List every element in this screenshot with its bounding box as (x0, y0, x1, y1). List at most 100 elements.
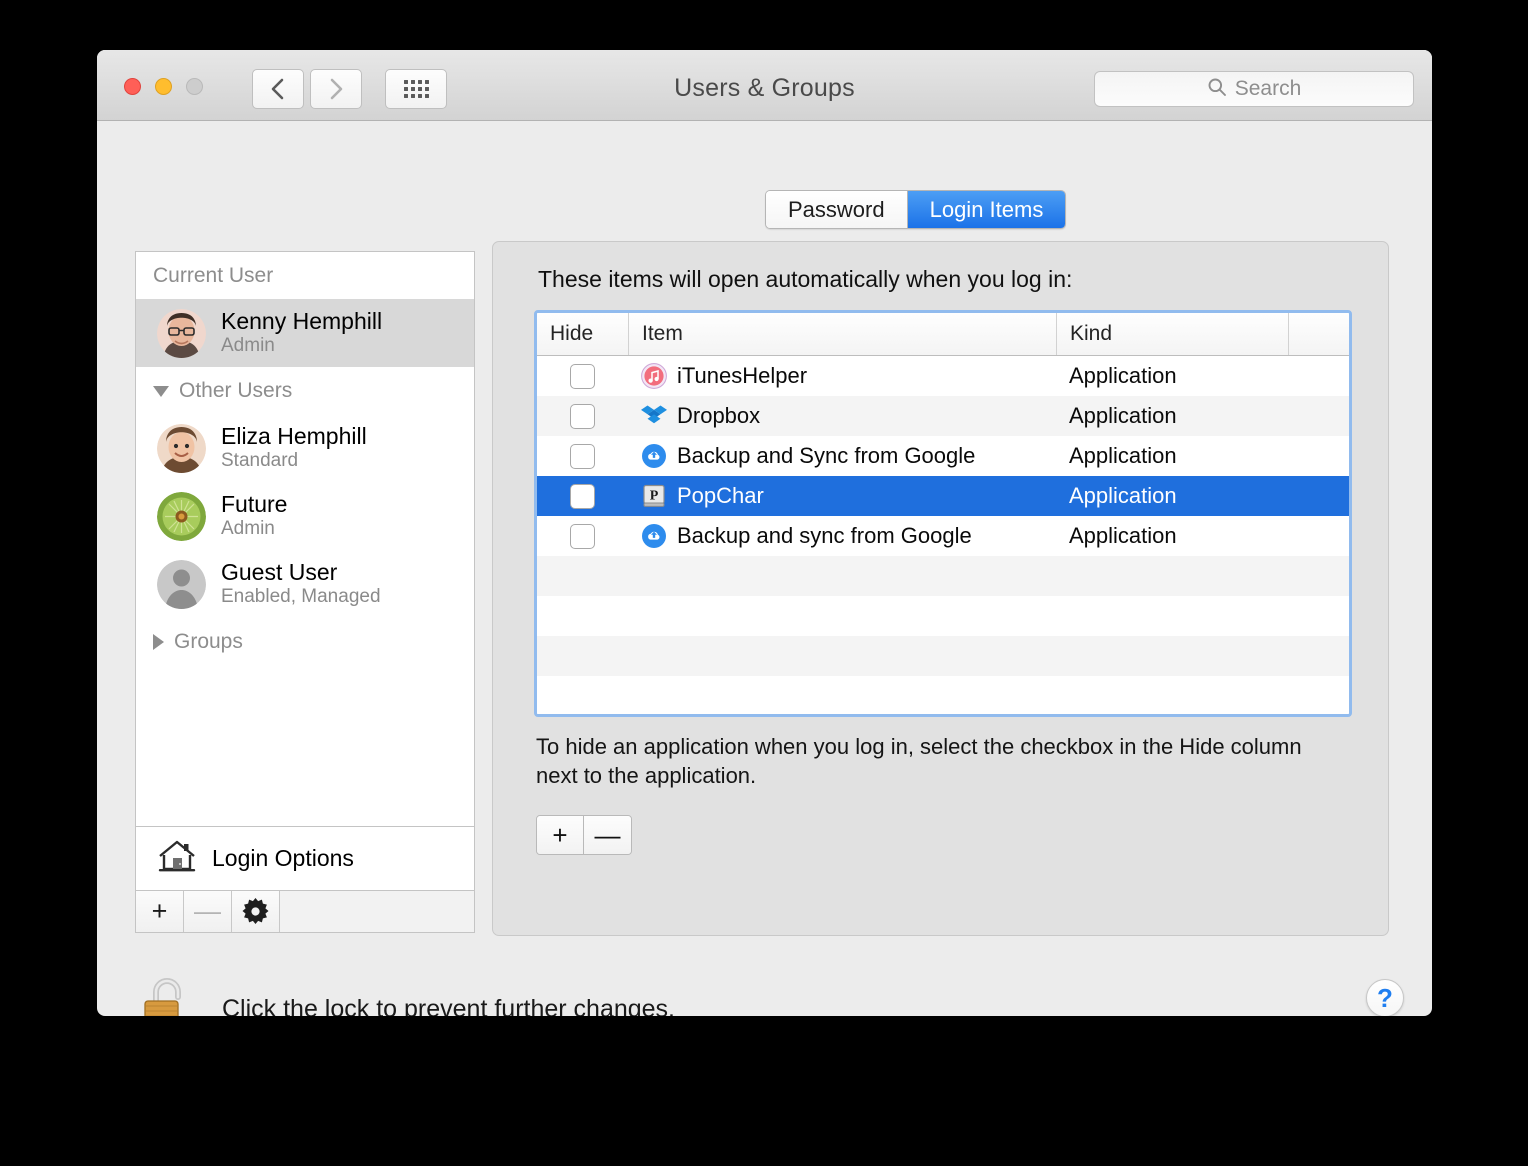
sidebar-item-future[interactable]: Future Admin (136, 482, 474, 550)
item-kind: Application (1069, 523, 1177, 548)
item-kind: Application (1069, 483, 1177, 508)
itunes-icon (641, 363, 667, 389)
chevron-right-icon (153, 634, 164, 650)
chevron-down-icon (153, 385, 169, 397)
item-name: PopChar (677, 483, 764, 508)
kind-cell: Application (1056, 436, 1288, 476)
item-cell: iTunesHelper (628, 356, 1056, 396)
window-body: Current User Kenny Hemphill Admin Other … (97, 121, 1432, 1016)
item-name: iTunesHelper (677, 363, 808, 388)
table-row-empty (537, 636, 1349, 676)
hide-cell (537, 356, 628, 396)
lock-status-text: Click the lock to prevent further change… (222, 995, 676, 1016)
user-name: Guest User (221, 559, 338, 586)
item-name: Dropbox (677, 403, 761, 428)
table-row-selected[interactable]: P PopChar Application (537, 476, 1349, 516)
user-info: Future Admin (221, 491, 288, 540)
kind-cell: Application (1056, 396, 1288, 436)
user-role: Admin (221, 518, 275, 540)
add-login-item-button[interactable]: + (537, 816, 584, 854)
gear-icon (242, 898, 269, 924)
popchar-icon: P (643, 484, 665, 507)
remove-user-button[interactable]: — (184, 891, 232, 932)
table-row[interactable]: Backup and Sync from Google Application (537, 436, 1349, 476)
dropbox-icon (641, 405, 667, 424)
hide-checkbox[interactable] (570, 363, 595, 389)
sidebar-item-kenny-hemphill[interactable]: Kenny Hemphill Admin (136, 299, 474, 367)
login-items-panel: Password Login Items These items will op… (492, 190, 1389, 936)
sidebar-item-login-options[interactable]: Login Options (136, 826, 474, 890)
house-icon (158, 839, 196, 878)
hide-checkbox[interactable] (570, 523, 595, 549)
user-name: Future (221, 491, 288, 518)
unlocked-padlock-icon[interactable] (142, 976, 196, 1016)
hide-checkbox[interactable] (570, 443, 595, 469)
tab-password[interactable]: Password (766, 191, 908, 228)
user-info: Guest User Enabled, Managed (221, 559, 381, 608)
hide-cell (537, 476, 628, 516)
panel-intro-text: These items will open automatically when… (538, 266, 1073, 292)
search-icon (1207, 77, 1227, 102)
avatar (157, 308, 206, 358)
avatar (157, 423, 206, 473)
hide-cell (537, 396, 628, 436)
item-cell: Backup and sync from Google (628, 516, 1056, 556)
table-row-empty (537, 596, 1349, 636)
item-cell: Backup and Sync from Google (628, 436, 1056, 476)
help-button[interactable]: ? (1366, 979, 1404, 1016)
search-placeholder: Search (1234, 77, 1302, 100)
tab-login-items[interactable]: Login Items (907, 191, 1066, 228)
login-items-table: Hide Item Kind iTunesHelper Application … (534, 310, 1352, 717)
item-kind: Application (1069, 403, 1177, 428)
user-role: Standard (221, 450, 299, 472)
add-user-button[interactable]: + (136, 891, 184, 932)
google-backup-icon (642, 444, 666, 468)
column-header-hide[interactable]: Hide (537, 313, 628, 355)
kind-cell: Application (1056, 476, 1288, 516)
users-sidebar: Current User Kenny Hemphill Admin Other … (135, 251, 475, 891)
hide-checkbox[interactable] (570, 403, 595, 429)
login-options-label: Login Options (212, 845, 354, 871)
table-row-empty (537, 676, 1349, 714)
remove-login-item-button[interactable]: — (584, 816, 631, 854)
google-backup-icon (642, 524, 666, 548)
window-titlebar: Users & Groups Search (97, 50, 1432, 121)
system-preferences-window: Users & Groups Search Current User Kenny… (97, 50, 1432, 1016)
sidebar-item-eliza-hemphill[interactable]: Eliza Hemphill Standard (136, 414, 474, 482)
table-row[interactable]: Dropbox Application (537, 396, 1349, 436)
user-name: Kenny Hemphill (221, 308, 383, 335)
item-kind: Application (1069, 363, 1177, 388)
lock-row: Click the lock to prevent further change… (142, 976, 675, 1016)
sidebar-toolbar: + — (135, 891, 475, 933)
search-input[interactable]: Search (1094, 71, 1414, 107)
user-role: Enabled, Managed (221, 586, 381, 608)
add-remove-segmented-control: + — (536, 815, 632, 855)
user-name: Eliza Hemphill (221, 423, 367, 450)
group-header-groups[interactable]: Groups (136, 618, 474, 665)
group-label: Current User (153, 264, 274, 287)
item-cell: P PopChar (628, 476, 1056, 516)
group-label: Groups (174, 630, 243, 653)
group-header-current-user: Current User (136, 252, 474, 299)
sidebar-item-guest-user[interactable]: Guest User Enabled, Managed (136, 550, 474, 618)
item-cell: Dropbox (628, 396, 1056, 436)
avatar (157, 559, 206, 609)
hide-cell (537, 516, 628, 556)
group-label: Other Users (179, 379, 293, 402)
column-header-extra (1288, 313, 1349, 355)
column-header-kind[interactable]: Kind (1056, 313, 1288, 355)
settings-button[interactable] (232, 891, 280, 932)
item-name: Backup and sync from Google (677, 523, 972, 548)
table-row[interactable]: iTunesHelper Application (537, 356, 1349, 396)
table-row[interactable]: Backup and sync from Google Application (537, 516, 1349, 556)
users-list: Current User Kenny Hemphill Admin Other … (136, 252, 474, 826)
user-role: Admin (221, 335, 275, 357)
hide-column-hint: To hide an application when you log in, … (536, 734, 1302, 789)
hide-cell (537, 436, 628, 476)
group-header-other-users[interactable]: Other Users (136, 367, 474, 414)
toolbar-filler (280, 891, 474, 932)
hide-checkbox[interactable] (570, 483, 595, 509)
item-kind: Application (1069, 443, 1177, 468)
kind-cell: Application (1056, 356, 1288, 396)
column-header-item[interactable]: Item (628, 313, 1056, 355)
